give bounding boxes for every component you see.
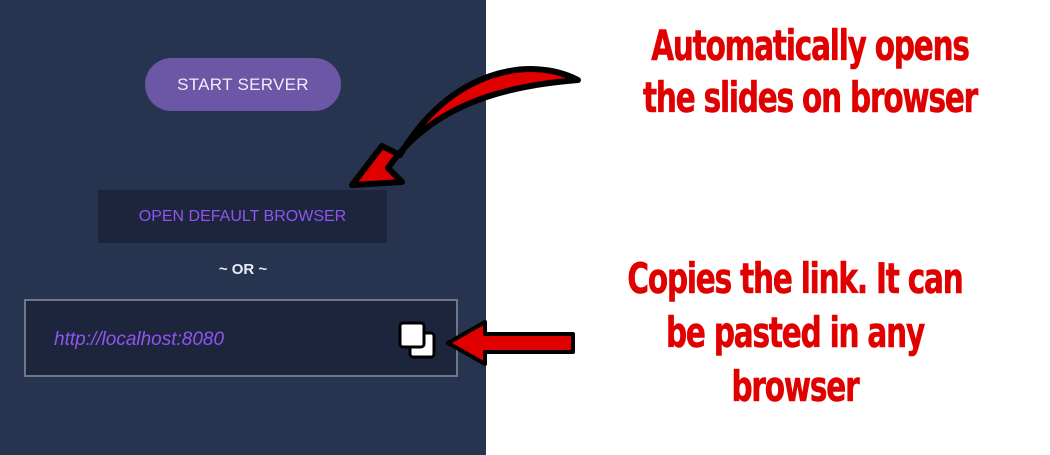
annotation-line: Copies the link. It can [627, 254, 964, 304]
copy-link-annotation: Copies the link. It can be pasted in any… [612, 252, 979, 414]
open-default-browser-button[interactable]: OPEN DEFAULT BROWSER [98, 190, 387, 243]
server-url: http://localhost:8080 [54, 329, 225, 350]
or-separator: ~ OR ~ [218, 261, 268, 278]
start-server-button[interactable]: START SERVER [145, 58, 341, 111]
url-field: http://localhost:8080 [24, 299, 458, 377]
annotation-line: browser [731, 362, 860, 412]
annotation-line: the slides on browser [642, 73, 979, 123]
annotation-line: be pasted in any [665, 308, 926, 358]
open-browser-annotation: Automatically opens the slides on browse… [638, 20, 981, 124]
server-panel: START SERVER OPEN DEFAULT BROWSER ~ OR ~… [0, 0, 486, 455]
copy-icon[interactable] [396, 319, 442, 361]
annotation-line: Automatically opens [651, 21, 970, 71]
